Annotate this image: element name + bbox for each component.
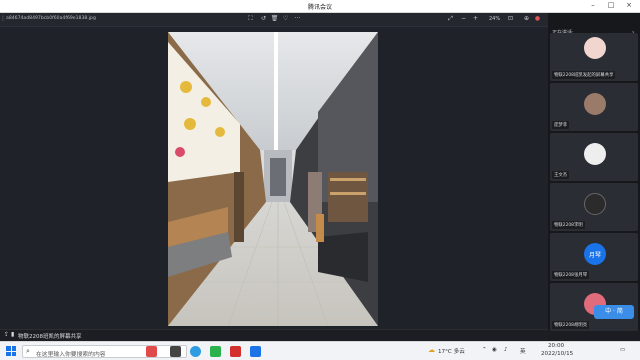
participant-tile[interactable]: 王文杰	[550, 133, 638, 181]
zoom-in-icon[interactable]: +	[471, 15, 480, 22]
crop-icon[interactable]: ⛶	[246, 15, 255, 23]
network-icon[interactable]: ◉	[492, 347, 497, 353]
ime-indicator[interactable]: 英	[520, 347, 526, 355]
volume-icon[interactable]: ♪	[504, 347, 508, 353]
wechat-icon[interactable]	[210, 346, 221, 357]
maximize-icon[interactable]: □	[604, 1, 618, 9]
taskbar: ⌕ 在这里输入你要搜索的内容 ☁ 17°C 多云 ⌃ ◉ ♪ 英 20:00 2…	[0, 341, 640, 360]
recording-icon: ●	[534, 15, 541, 22]
minimize-icon[interactable]: –	[586, 1, 600, 9]
window-title: 腾讯会议	[307, 4, 332, 11]
task-view-icon[interactable]	[170, 346, 181, 357]
fit-icon[interactable]: ⊡	[506, 15, 515, 22]
share-icon: ⇪	[4, 331, 10, 338]
notification-icon[interactable]: ▭	[620, 347, 625, 353]
share-bar-text: 物联2208班凯的屏幕共享	[18, 334, 82, 340]
clock-date[interactable]: 2022/10/15	[541, 351, 573, 357]
avatar-photo-icon	[584, 37, 606, 59]
participant-name: 物联2208班凯发起的屏幕共享	[552, 71, 616, 79]
participant-name: 庞梦菲	[552, 121, 570, 129]
mic-icon[interactable]: ▮	[11, 331, 14, 338]
tray-chevron-icon[interactable]: ⌃	[482, 347, 487, 353]
wps-icon[interactable]	[230, 346, 241, 357]
participant-tile[interactable]: 物联2208胡明亮 中 · 简	[550, 283, 638, 331]
ime-widget-icon[interactable]: 中 · 简	[594, 305, 634, 319]
participant-tile[interactable]: 物联2208李明	[550, 183, 638, 231]
avatar-photo-icon	[584, 193, 606, 215]
weather-text: 17°C 多云	[438, 349, 465, 355]
screen-share-bar: ⇪ ▮ 物联2208班凯的屏幕共享	[0, 329, 548, 341]
participant-tile[interactable]: 庞梦菲	[550, 83, 638, 131]
participant-name: 物联2208李明	[552, 221, 585, 229]
delete-icon[interactable]: 🗑	[270, 15, 279, 22]
pin-icon[interactable]: ⊕	[522, 15, 531, 22]
expand-icon[interactable]: ⤢	[446, 15, 455, 23]
participant-name: 王文杰	[552, 171, 570, 179]
zoom-out-icon[interactable]: −	[459, 15, 468, 22]
avatar-photo-icon	[584, 93, 606, 115]
participant-tile[interactable]: 月琴 物联2208张月琴	[550, 233, 638, 281]
image-filename: a84674ad8497bcb0f60a4f69e1838.jpg	[6, 16, 96, 21]
zoom-level: 24%	[489, 16, 501, 22]
avatar-initials: 月琴	[588, 251, 601, 259]
participant-sidebar: 正在讲话: › 物联2208班凯发起的屏幕共享 庞梦菲 王文杰 物联2208李明…	[548, 13, 640, 331]
image-viewer-toolbar: ⋮ a84674ad8497bcb0f60a4f69e1838.jpg ⛶ ↺ …	[0, 13, 548, 27]
participant-name: 物联2208胡明亮	[552, 321, 590, 329]
participant-name: 物联2208张月琴	[552, 271, 590, 279]
more-icon[interactable]: ···	[293, 15, 302, 22]
shared-photo	[168, 32, 378, 326]
clock-time[interactable]: 20:00	[548, 343, 564, 349]
close-icon[interactable]: ×	[622, 1, 636, 9]
favorite-icon[interactable]: ♡	[281, 15, 290, 22]
meeting-app-icon[interactable]	[250, 346, 261, 357]
title-bar: 腾讯会议 – □ ×	[0, 0, 640, 13]
browser-icon[interactable]	[190, 346, 201, 357]
avatar-initials-icon: 月琴	[584, 243, 606, 265]
taskbar-search[interactable]: ⌕ 在这里输入你要搜索的内容	[22, 345, 187, 358]
dorm-hallway-image	[168, 32, 378, 326]
app-icon[interactable]	[146, 346, 157, 357]
start-icon[interactable]	[6, 346, 16, 356]
search-placeholder: 在这里输入你要搜索的内容	[36, 351, 106, 358]
weather-icon: ☁	[428, 346, 435, 354]
participant-tile[interactable]: 物联2208班凯发起的屏幕共享	[550, 33, 638, 81]
search-icon: ⌕	[26, 347, 30, 355]
avatar-photo-icon	[584, 143, 606, 165]
rotate-left-icon[interactable]: ↺	[259, 15, 268, 22]
